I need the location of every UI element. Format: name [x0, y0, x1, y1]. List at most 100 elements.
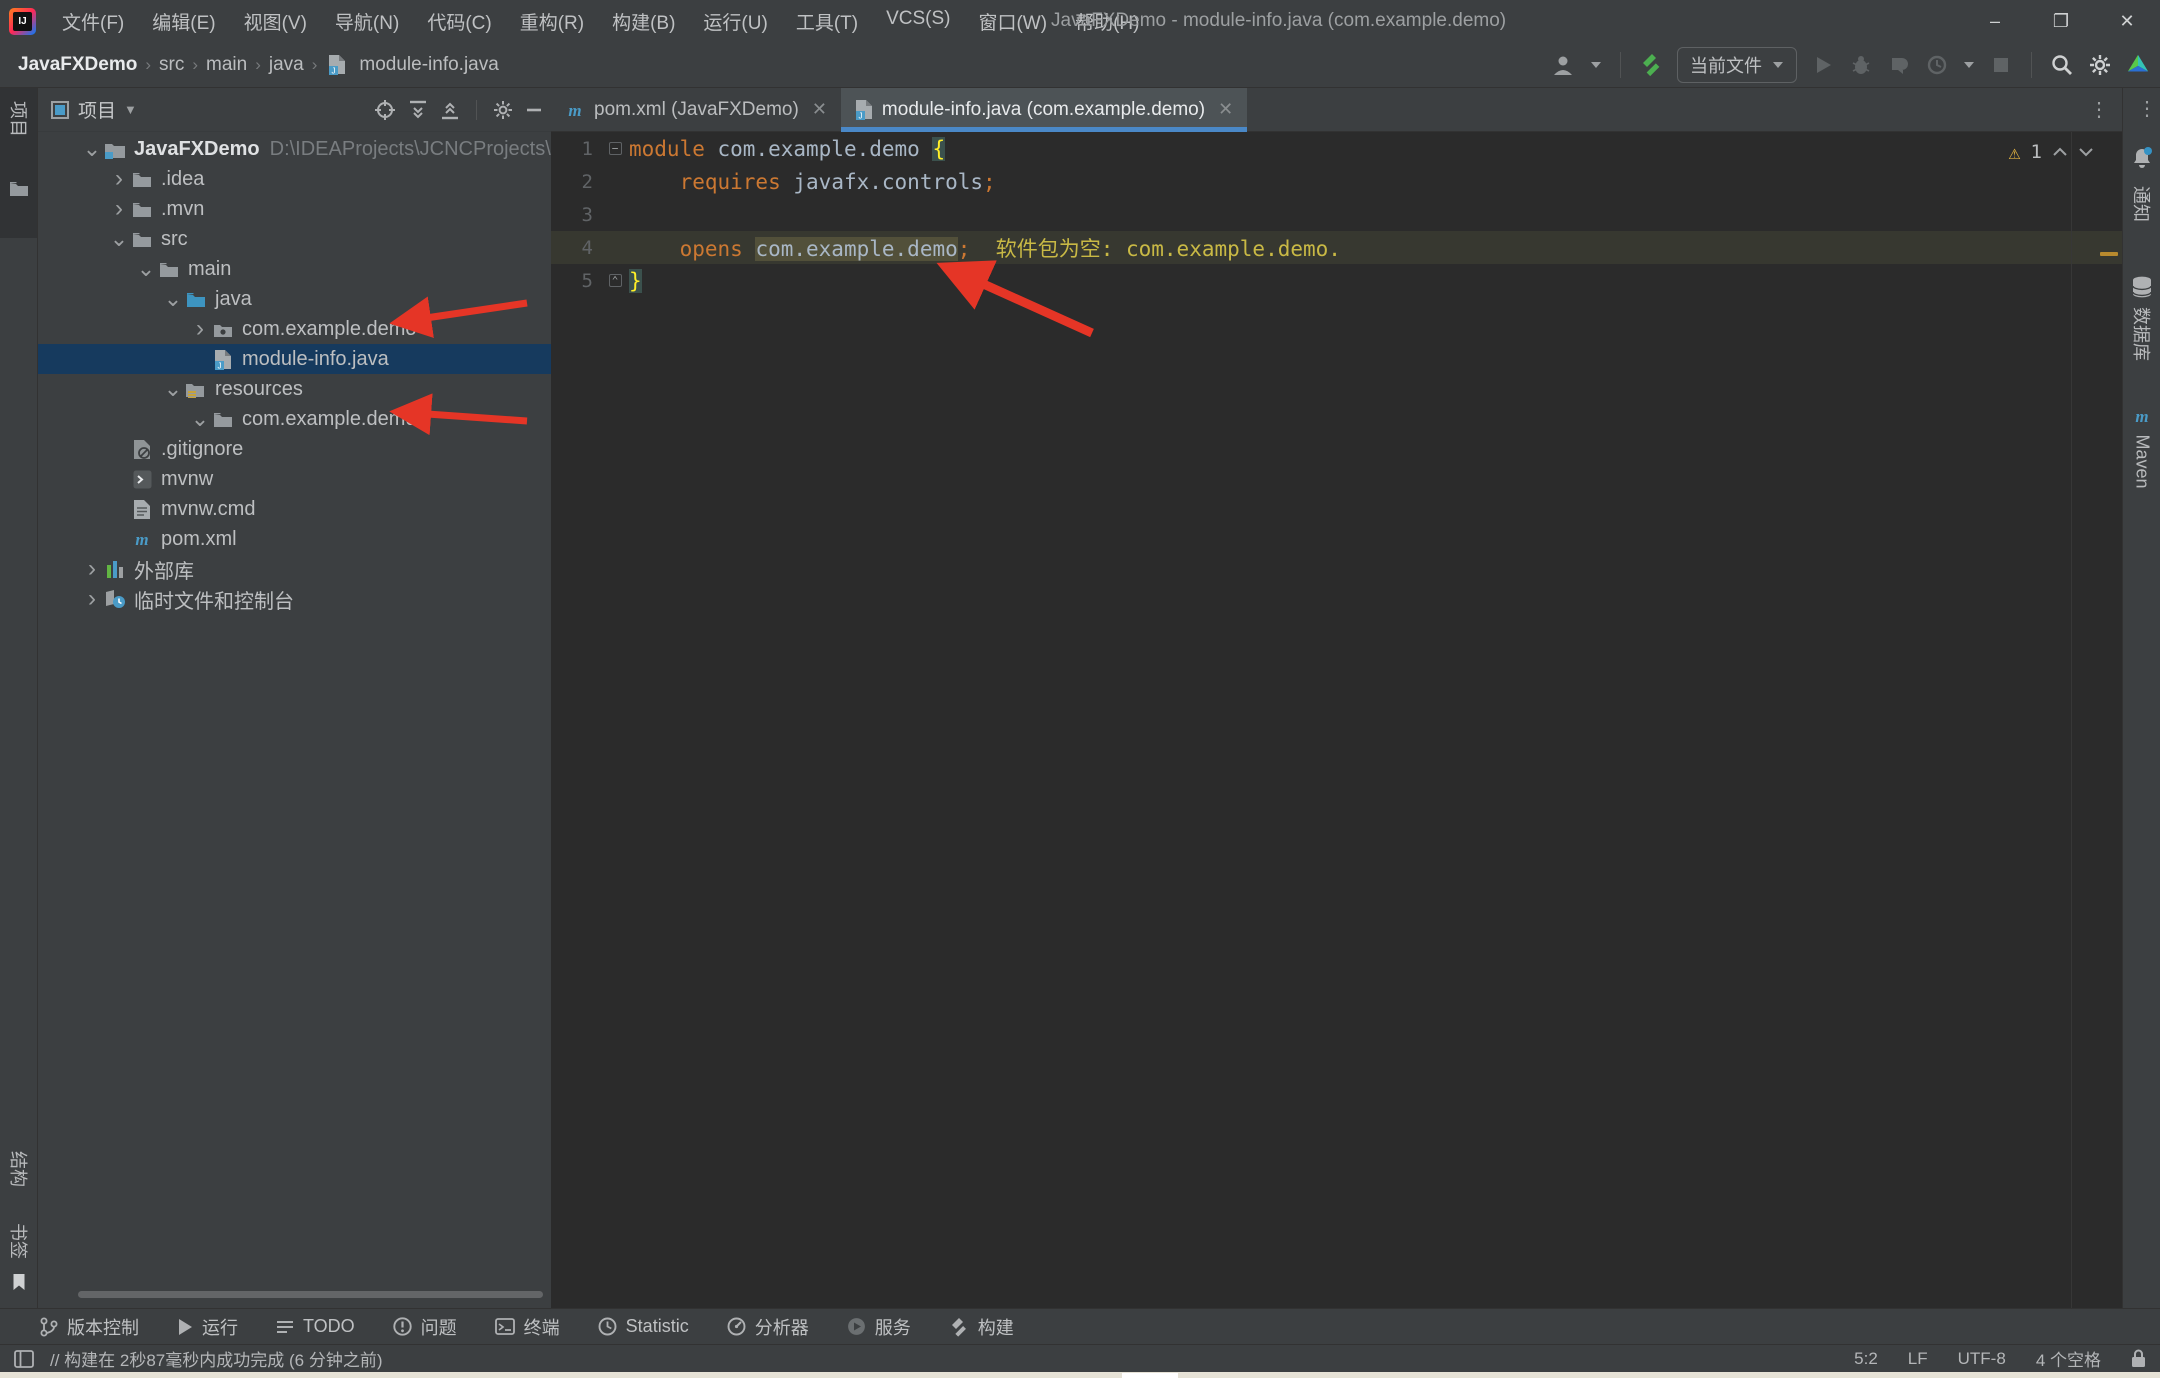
- code-editor[interactable]: 1−module com.example.demo {2 requires ja…: [551, 132, 2122, 1308]
- minimize-button[interactable]: –: [1962, 0, 2028, 42]
- menu-item[interactable]: 视图(V): [232, 2, 319, 41]
- editor-tab[interactable]: Jmodule-info.java (com.example.demo)✕: [841, 88, 1247, 131]
- tool-stripe-maven-label[interactable]: Maven: [2131, 434, 2152, 488]
- tree-row[interactable]: ⌄main: [38, 254, 551, 284]
- chevron-down-icon[interactable]: ⌄: [108, 232, 130, 246]
- tool-window-button-hammer[interactable]: 构建: [949, 1314, 1014, 1340]
- chevron-down-icon[interactable]: ⌄: [162, 292, 184, 306]
- debug-button[interactable]: [1849, 53, 1873, 77]
- profiler-caret-icon[interactable]: [1963, 53, 1975, 77]
- warning-stripe-mark[interactable]: [2100, 252, 2118, 256]
- folder-icon[interactable]: [9, 180, 29, 197]
- tree-row[interactable]: .gitignore: [38, 434, 551, 464]
- status-message[interactable]: // 构建在 2秒87毫秒内成功完成 (6 分钟之前): [50, 1346, 382, 1371]
- maven-icon[interactable]: m: [2132, 406, 2152, 426]
- tool-window-button-service[interactable]: 服务: [847, 1314, 911, 1340]
- tool-window-button-gauge[interactable]: 分析器: [727, 1314, 809, 1340]
- tool-stripe-bookmarks-label[interactable]: 书签: [6, 1223, 32, 1259]
- next-warning-chevron-icon[interactable]: [2078, 147, 2094, 157]
- menu-item[interactable]: 文件(F): [50, 2, 136, 41]
- panel-options-gear-icon[interactable]: [493, 100, 513, 120]
- tool-stripe-bell-label[interactable]: 通知: [2129, 186, 2155, 222]
- prev-warning-chevron-icon[interactable]: [2052, 147, 2068, 157]
- tree-row[interactable]: mvnw: [38, 464, 551, 494]
- tool-window-button-branch[interactable]: 版本控制: [40, 1314, 139, 1340]
- breadcrumb-item[interactable]: module-info.java: [355, 52, 502, 78]
- menu-item[interactable]: 导航(N): [323, 2, 411, 41]
- search-everywhere-icon[interactable]: [2050, 53, 2074, 77]
- chevron-right-icon[interactable]: ›: [108, 199, 130, 219]
- more-tabs-icon[interactable]: ⋮: [2125, 96, 2160, 121]
- tool-window-button-play[interactable]: 运行: [177, 1314, 238, 1340]
- line-separator[interactable]: LF: [1908, 1349, 1928, 1369]
- tree-row[interactable]: ⌄java: [38, 284, 551, 314]
- chevron-right-icon[interactable]: ›: [189, 319, 211, 339]
- tree-row[interactable]: mpom.xml: [38, 524, 551, 554]
- breadcrumb-item[interactable]: main: [202, 52, 251, 78]
- tree-row[interactable]: ›.idea: [38, 164, 551, 194]
- menu-item[interactable]: 窗口(W): [966, 2, 1059, 41]
- tree-row[interactable]: ›com.example.demo: [38, 314, 551, 344]
- lock-icon[interactable]: [2131, 1349, 2146, 1368]
- chevron-down-icon[interactable]: ⌄: [162, 382, 184, 396]
- tab-close-icon[interactable]: ✕: [812, 99, 827, 120]
- user-caret-icon[interactable]: [1590, 53, 1602, 77]
- settings-gear-icon[interactable]: [2088, 53, 2112, 77]
- horizontal-scrollbar[interactable]: [78, 1291, 543, 1298]
- tool-window-button-todo[interactable]: TODO: [276, 1316, 355, 1337]
- run-configuration-select[interactable]: 当前文件: [1677, 47, 1797, 83]
- file-encoding[interactable]: UTF-8: [1958, 1349, 2006, 1369]
- expand-all-icon[interactable]: [408, 100, 428, 120]
- inspection-widget[interactable]: ⚠ 1: [2009, 140, 2095, 164]
- indent-setting[interactable]: 4 个空格: [2036, 1346, 2101, 1371]
- chevron-right-icon[interactable]: ›: [108, 169, 130, 189]
- tab-close-icon[interactable]: ✕: [1218, 99, 1233, 120]
- build-hammer-icon[interactable]: [1639, 53, 1663, 77]
- maximize-button[interactable]: ❐: [2028, 0, 2094, 42]
- breadcrumb-item[interactable]: JavaFXDemo: [14, 52, 141, 78]
- tree-row[interactable]: Jmodule-info.java: [38, 344, 551, 374]
- menu-item[interactable]: 代码(C): [415, 2, 503, 41]
- menu-item[interactable]: 运行(U): [691, 2, 779, 41]
- menu-item[interactable]: 重构(R): [508, 2, 596, 41]
- collapse-all-icon[interactable]: [440, 100, 460, 120]
- menu-item[interactable]: 工具(T): [784, 2, 870, 41]
- tool-stripe-database-label[interactable]: 数据库: [2129, 307, 2155, 361]
- chevron-down-icon[interactable]: ⌄: [135, 262, 157, 276]
- plugin-logo-icon[interactable]: [2126, 53, 2150, 77]
- tree-row[interactable]: ›临时文件和控制台: [38, 584, 551, 614]
- tool-window-button-problem[interactable]: 问题: [393, 1314, 457, 1340]
- code-line[interactable]: 2 requires javafx.controls;: [551, 165, 2122, 198]
- coverage-button[interactable]: [1887, 53, 1911, 77]
- menu-item[interactable]: 编辑(E): [140, 2, 227, 41]
- select-opened-file-icon[interactable]: [374, 99, 396, 121]
- chevron-down-icon[interactable]: ⌄: [189, 412, 211, 426]
- database-icon[interactable]: [2131, 276, 2153, 300]
- chevron-down-icon[interactable]: ⌄: [81, 142, 103, 156]
- bell-icon[interactable]: [2130, 146, 2154, 170]
- tree-row[interactable]: ›外部库: [38, 554, 551, 584]
- hide-panel-icon[interactable]: [525, 101, 543, 119]
- chevron-right-icon[interactable]: ›: [81, 589, 103, 609]
- tree-row[interactable]: ⌄com.example.demo: [38, 404, 551, 434]
- breadcrumb-item[interactable]: src: [155, 52, 188, 78]
- tool-window-toggle-icon[interactable]: [14, 1350, 34, 1368]
- tree-row[interactable]: ⌄resources: [38, 374, 551, 404]
- tool-window-button-clock[interactable]: Statistic: [598, 1316, 689, 1337]
- caret-position[interactable]: 5:2: [1854, 1349, 1878, 1369]
- project-panel-title[interactable]: 项目: [78, 96, 116, 123]
- chevron-right-icon[interactable]: ›: [81, 559, 103, 579]
- tree-row[interactable]: ⌄JavaFXDemoD:\IDEAProjects\JCNCProjects\…: [38, 134, 551, 164]
- tree-row[interactable]: ⌄src: [38, 224, 551, 254]
- menu-item[interactable]: VCS(S): [874, 2, 962, 41]
- bookmark-icon[interactable]: [11, 1273, 26, 1291]
- code-line[interactable]: 4 opens com.example.demo; 软件包为空: com.exa…: [551, 231, 2122, 264]
- tree-row[interactable]: mvnw.cmd: [38, 494, 551, 524]
- tool-window-button-terminal[interactable]: 终端: [495, 1314, 560, 1340]
- fold-marker-icon[interactable]: ⌃: [601, 274, 629, 287]
- tool-stripe-project-label[interactable]: 项目: [6, 101, 32, 137]
- code-line[interactable]: 1−module com.example.demo {: [551, 132, 2122, 165]
- run-button[interactable]: [1811, 53, 1835, 77]
- code-line[interactable]: 3: [551, 198, 2122, 231]
- more-tabs-icon[interactable]: ⋮: [2077, 97, 2122, 122]
